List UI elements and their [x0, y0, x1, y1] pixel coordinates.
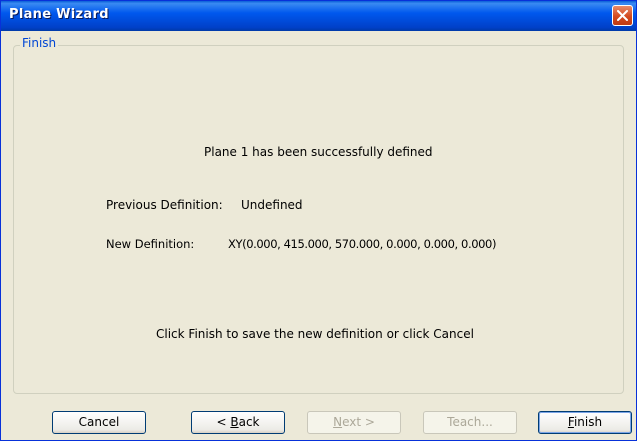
finish-button-label: inish	[573, 415, 603, 429]
back-button[interactable]: < Back	[191, 411, 285, 434]
back-button-prefix: <	[216, 415, 231, 429]
title-bar[interactable]: Plane Wizard	[1, 1, 636, 31]
previous-definition-label: Previous Definition:	[106, 198, 223, 212]
plane-wizard-dialog: Plane Wizard Finish Plane 1 has been suc…	[0, 0, 637, 441]
next-button-accel: N	[333, 415, 343, 429]
cancel-button-label: Cancel	[78, 415, 120, 429]
new-definition-label: New Definition:	[106, 237, 195, 251]
teach-button[interactable]: Teach...	[423, 411, 517, 434]
teach-button-label: Teach...	[447, 415, 493, 429]
close-icon	[617, 10, 628, 21]
finish-group: Finish	[13, 36, 624, 394]
cancel-button[interactable]: Cancel	[52, 411, 146, 434]
window-title: Plane Wizard	[9, 7, 109, 22]
instruction-text: Click Finish to save the new definition …	[156, 327, 474, 341]
close-button[interactable]	[612, 5, 633, 26]
next-button[interactable]: Next >	[307, 411, 401, 434]
new-definition-value: XY(0.000, 415.000, 570.000, 0.000, 0.000…	[228, 237, 497, 251]
back-button-label: ack	[238, 415, 260, 429]
success-message: Plane 1 has been successfully defined	[204, 145, 433, 159]
next-button-label: ext >	[342, 415, 375, 429]
back-button-accel: B	[230, 415, 239, 429]
finish-button[interactable]: Finish	[538, 411, 632, 434]
group-label: Finish	[20, 36, 59, 50]
previous-definition-value: Undefined	[241, 198, 303, 212]
